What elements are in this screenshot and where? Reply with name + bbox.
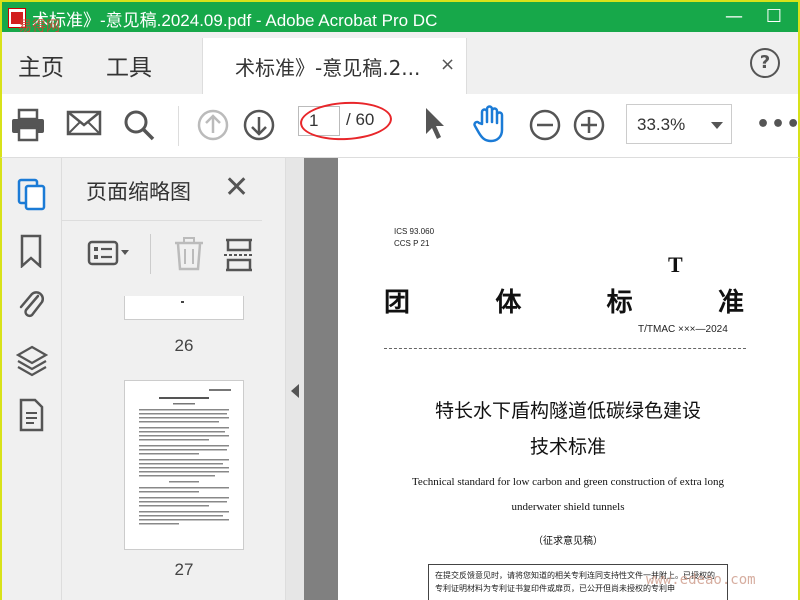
thumbnail-list[interactable]: 26 27 (62, 296, 272, 600)
panel-title: 页面缩略图 (86, 180, 191, 204)
watermark-bottom-right: www.edeao.com (646, 572, 756, 588)
panel-collapse-handle[interactable] (286, 158, 304, 600)
delete-icon[interactable] (172, 236, 206, 272)
document-tab-label: 术标准》-意见稿.2... (235, 56, 421, 80)
chevron-down-icon (711, 122, 723, 129)
ccs-line: CCS P 21 (394, 239, 430, 248)
standard-letter: T (668, 252, 683, 277)
collapse-left-icon (291, 384, 299, 398)
heading-char: 团 (384, 288, 411, 318)
thumbnail-options-icon[interactable] (86, 238, 132, 268)
thumbnail-page-number: 27 (174, 560, 194, 579)
page-thumbnail[interactable] (124, 296, 244, 320)
zoom-value: 33.3% (637, 115, 686, 134)
attachment-icon[interactable] (16, 286, 46, 322)
extract-pages-icon[interactable] (222, 236, 256, 272)
tab-home[interactable]: 主页 (18, 48, 64, 82)
header-rule (384, 348, 746, 349)
zoom-out-icon[interactable] (528, 108, 562, 142)
page-thumbnails-panel: 页面缩略图 ✕ 26 27 (62, 158, 336, 600)
title-chinese-line2: 技术标准 (529, 436, 606, 458)
heading-char: 体 (495, 288, 522, 318)
zoom-dropdown[interactable]: 33.3% (626, 104, 732, 144)
toolbar-separator (178, 106, 179, 146)
previous-page-icon[interactable] (196, 108, 230, 142)
maximize-button[interactable]: ☐ (754, 4, 794, 30)
layers-icon[interactable] (16, 344, 48, 378)
draft-note: （征求意见稿） (533, 536, 603, 547)
close-panel-icon[interactable]: ✕ (224, 170, 249, 205)
standard-number: T/TMAC ×××—2024 (638, 324, 728, 335)
document-tab[interactable]: 术标准》-意见稿.2... × (202, 38, 467, 94)
more-options-icon[interactable]: ••• (756, 112, 800, 137)
pdf-page: ICS 93.060 CCS P 21 T 团 体 标 准 T/TMAC ×××… (338, 158, 798, 600)
title-bar: 术标准》-意见稿.2024.09.pdf - Adobe Acrobat Pro… (0, 0, 800, 35)
thumbnail-text-preview (139, 389, 231, 525)
group-standard-heading: 团 体 标 准 (384, 282, 744, 319)
panel-divider (62, 220, 262, 221)
next-page-icon[interactable] (242, 108, 276, 142)
minimize-button[interactable]: — (714, 4, 754, 30)
thumbnail-page-number: 26 (174, 336, 194, 355)
document-properties-icon[interactable] (16, 398, 46, 432)
tab-tools[interactable]: 工具 (106, 48, 152, 82)
heading-char: 准 (717, 288, 744, 318)
panel-toolbar-separator (150, 234, 151, 274)
email-icon[interactable] (66, 108, 102, 138)
print-icon[interactable] (10, 108, 46, 142)
tab-bar: 主页 工具 术标准》-意见稿.2... × ? (0, 32, 800, 94)
thumbnail-mark (181, 301, 184, 303)
navigation-rail (0, 158, 62, 600)
main-toolbar: 1 / 60 33.3% ••• (0, 94, 800, 158)
ics-code: ICS 93.060 CCS P 21 (394, 226, 434, 250)
page-thumbnail[interactable] (124, 380, 244, 550)
hand-tool-icon[interactable] (472, 104, 508, 144)
select-cursor-icon[interactable] (422, 106, 448, 142)
close-tab-icon[interactable]: × (440, 54, 455, 75)
panel-toolbar (62, 222, 286, 292)
heading-char: 标 (606, 288, 633, 318)
search-icon[interactable] (122, 108, 156, 142)
ics-line: ICS 93.060 (394, 227, 435, 236)
page-thumbnails-icon[interactable] (16, 178, 48, 212)
document-view[interactable]: ICS 93.060 CCS P 21 T 团 体 标 准 T/TMAC ×××… (286, 158, 800, 600)
window-title: 术标准》-意见稿.2024.09.pdf - Adobe Acrobat Pro… (32, 11, 438, 30)
help-icon[interactable]: ? (750, 48, 780, 78)
title-english-line2: underwater shield tunnels (511, 501, 625, 513)
title-english-line1: Technical standard for low carbon and gr… (411, 476, 724, 488)
title-chinese-line1: 特长水下盾构隧道低碳绿色建设 (434, 400, 701, 422)
bookmark-icon[interactable] (16, 234, 46, 268)
zoom-in-icon[interactable] (572, 108, 606, 142)
